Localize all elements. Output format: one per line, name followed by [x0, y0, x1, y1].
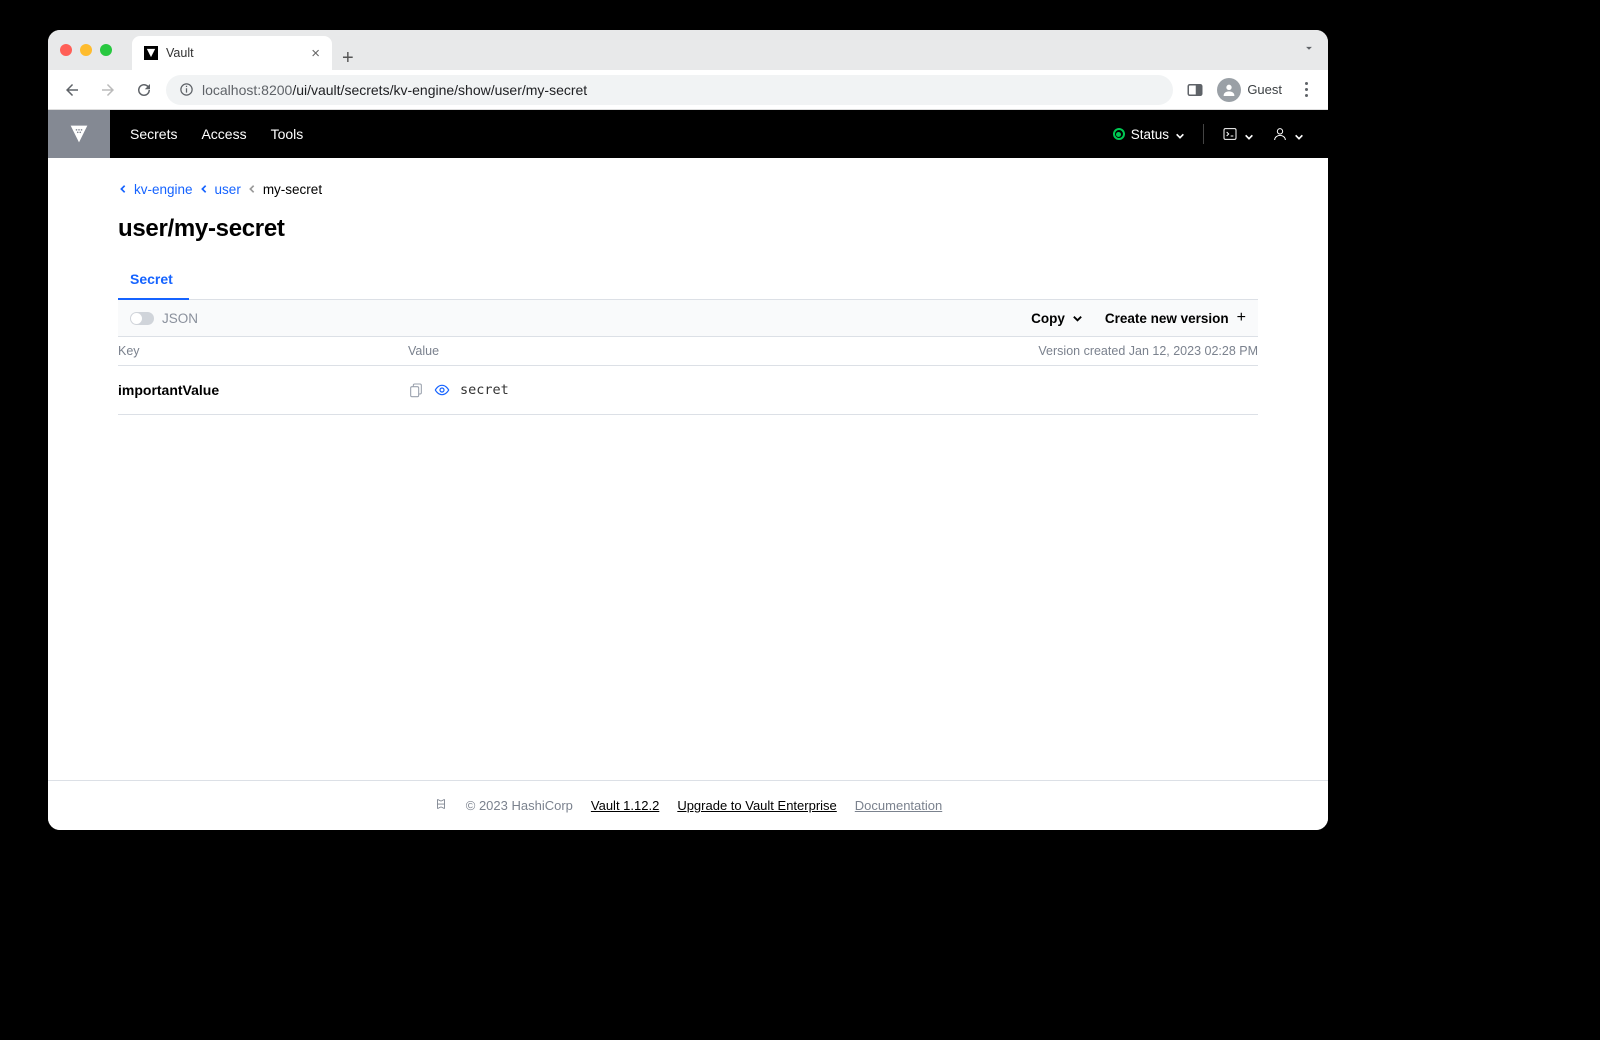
chevron-down-icon [1072, 313, 1083, 324]
chevron-down-icon [1294, 129, 1304, 139]
user-icon [1272, 126, 1288, 142]
copy-label: Copy [1031, 311, 1065, 326]
footer-copyright: © 2023 HashiCorp [466, 798, 573, 813]
table-row: importantValue secret [118, 366, 1258, 415]
version-created-label: Version created Jan 12, 2023 02:28 PM [1038, 344, 1258, 358]
vault-content: kv-engine user my-secret user/my-secret … [48, 158, 1328, 830]
row-value: secret [460, 382, 509, 398]
breadcrumb-kv-engine[interactable]: kv-engine [134, 182, 193, 197]
panel-icon[interactable] [1181, 76, 1209, 104]
tab-bar: Secret [118, 261, 1258, 300]
tab-title: Vault [166, 46, 194, 60]
window-close-button[interactable] [60, 44, 72, 56]
guest-label: Guest [1247, 82, 1282, 97]
browser-tab[interactable]: Vault × [132, 36, 332, 70]
terminal-icon [1222, 126, 1238, 142]
footer: © 2023 HashiCorp Vault 1.12.2 Upgrade to… [48, 780, 1328, 830]
copy-icon[interactable] [408, 382, 424, 398]
tab-secret[interactable]: Secret [118, 261, 189, 300]
browser-toolbar: localhost:8200/ui/vault/secrets/kv-engin… [48, 70, 1328, 110]
window-minimize-button[interactable] [80, 44, 92, 56]
toolbar: JSON Copy Create new version + [118, 300, 1258, 337]
nav-tools[interactable]: Tools [271, 126, 304, 142]
reload-button[interactable] [130, 76, 158, 104]
create-label: Create new version [1105, 311, 1229, 326]
user-menu-button[interactable] [1272, 126, 1304, 142]
col-header-key: Key [118, 344, 408, 358]
divider [1203, 124, 1204, 144]
chevron-left-icon [247, 182, 257, 197]
hashicorp-icon [434, 797, 448, 814]
breadcrumb-user[interactable]: user [215, 182, 241, 197]
footer-upgrade-link[interactable]: Upgrade to Vault Enterprise [677, 798, 836, 813]
browser-tabstrip: Vault × + [48, 30, 1328, 70]
table-header: Key Value Version created Jan 12, 2023 0… [118, 337, 1258, 366]
console-button[interactable] [1222, 126, 1254, 142]
chevron-left-icon [118, 182, 128, 197]
back-button[interactable] [58, 76, 86, 104]
window-maximize-button[interactable] [100, 44, 112, 56]
row-key: importantValue [118, 382, 408, 398]
json-toggle[interactable]: JSON [130, 311, 198, 326]
json-label: JSON [162, 311, 198, 326]
address-bar[interactable]: localhost:8200/ui/vault/secrets/kv-engin… [166, 75, 1173, 105]
browser-menu-button[interactable] [1294, 82, 1318, 97]
copy-button[interactable]: Copy [1031, 311, 1083, 326]
tab-close-icon[interactable]: × [311, 45, 320, 62]
vault-header: Secrets Access Tools Status [48, 110, 1328, 158]
traffic-lights [60, 44, 112, 56]
browser-window: Vault × + localhost:8200/ui/vault/secret… [48, 30, 1328, 830]
page-title: user/my-secret [118, 215, 1258, 243]
eye-icon[interactable] [434, 382, 450, 398]
col-header-value: Value [408, 344, 1038, 358]
new-tab-button[interactable]: + [342, 47, 354, 70]
chevron-down-icon [1175, 129, 1185, 139]
status-button[interactable]: Status [1113, 127, 1185, 142]
breadcrumb: kv-engine user my-secret [118, 182, 1258, 197]
profile-button[interactable]: Guest [1217, 78, 1282, 102]
tabstrip-dropdown-icon[interactable] [1302, 41, 1316, 60]
footer-docs-link[interactable]: Documentation [855, 798, 942, 813]
nav-secrets[interactable]: Secrets [130, 126, 177, 142]
chevron-left-icon [199, 182, 209, 197]
breadcrumb-current: my-secret [263, 182, 322, 197]
create-new-version-button[interactable]: Create new version + [1105, 309, 1246, 327]
avatar-icon [1217, 78, 1241, 102]
toggle-switch-icon[interactable] [130, 312, 154, 325]
chevron-down-icon [1244, 129, 1254, 139]
nav-access[interactable]: Access [201, 126, 246, 142]
forward-button[interactable] [94, 76, 122, 104]
plus-icon: + [1237, 309, 1246, 327]
main-nav: Secrets Access Tools [130, 126, 303, 142]
status-label: Status [1131, 127, 1169, 142]
vault-favicon-icon [144, 46, 158, 60]
url-text: localhost:8200/ui/vault/secrets/kv-engin… [202, 82, 587, 98]
footer-version-link[interactable]: Vault 1.12.2 [591, 798, 659, 813]
site-info-icon[interactable] [178, 82, 194, 98]
status-indicator-icon [1113, 128, 1125, 140]
vault-logo[interactable] [48, 110, 110, 158]
